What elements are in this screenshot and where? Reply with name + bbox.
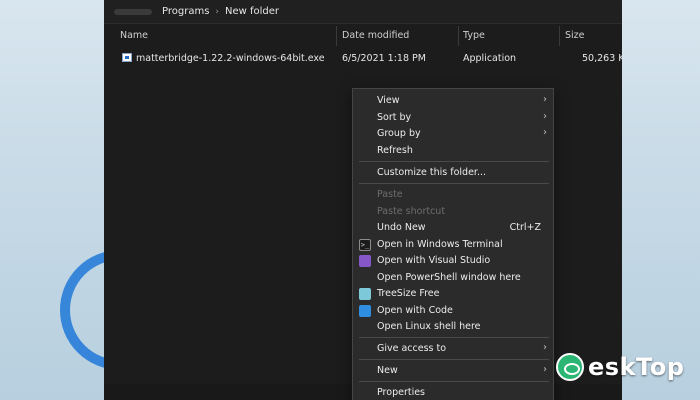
menu-item-label: New — [377, 365, 398, 376]
chevron-right-icon: › — [543, 364, 547, 375]
menu-item-paste-shortcut[interactable]: Paste shortcut — [353, 204, 553, 220]
menu-separator — [359, 337, 549, 338]
menu-item-label: View — [377, 95, 400, 106]
logo-mark-icon — [556, 353, 584, 381]
menu-item-group-by[interactable]: Group by › — [353, 126, 553, 142]
breadcrumb-chevron-icon: › — [215, 6, 220, 17]
column-header-row: Name Date modified Type Size — [104, 26, 622, 46]
menu-item-label: Open in Windows Terminal — [377, 239, 503, 250]
menu-separator — [359, 381, 549, 382]
column-header-size[interactable]: Size — [565, 30, 585, 41]
menu-item-label: Paste shortcut — [377, 206, 446, 217]
menu-item-open-visual-studio[interactable]: Open with Visual Studio — [353, 253, 553, 269]
terminal-icon: >_ — [359, 239, 371, 251]
menu-item-open-with-code[interactable]: Open with Code — [353, 303, 553, 319]
column-header-type[interactable]: Type — [463, 30, 485, 41]
menu-separator — [359, 359, 549, 360]
menu-item-sort-by[interactable]: Sort by › — [353, 110, 553, 126]
column-divider[interactable] — [336, 26, 337, 46]
menu-item-refresh[interactable]: Refresh — [353, 143, 553, 159]
breadcrumb-new-folder[interactable]: New folder — [225, 6, 279, 17]
back-forward-icons[interactable] — [114, 8, 152, 15]
menu-item-label: Give access to — [377, 343, 447, 354]
chevron-right-icon: › — [543, 127, 547, 138]
menu-item-customize-folder[interactable]: Customize this folder... — [353, 165, 553, 181]
menu-item-label: TreeSize Free — [377, 288, 440, 299]
column-header-name[interactable]: Name — [120, 30, 148, 41]
logo-text: eskTop — [588, 353, 685, 381]
file-type: Application — [463, 53, 517, 64]
menu-item-label: Paste — [377, 189, 403, 200]
menu-item-open-terminal[interactable]: >_ Open in Windows Terminal — [353, 237, 553, 253]
file-date: 6/5/2021 1:18 PM — [342, 53, 426, 64]
menu-item-label: Open Linux shell here — [377, 321, 481, 332]
chevron-right-icon: › — [543, 94, 547, 105]
visual-studio-icon — [359, 255, 371, 267]
menu-separator — [359, 161, 549, 162]
menu-item-label: Properties — [377, 387, 426, 398]
menu-item-new[interactable]: New › — [353, 363, 553, 379]
menu-item-properties[interactable]: Properties — [353, 385, 553, 400]
watermark-logo: eskTop — [556, 352, 684, 382]
file-row[interactable]: matterbridge-1.22.2-windows-64bit.exe 6/… — [104, 50, 622, 68]
menu-item-label: Customize this folder... — [377, 167, 487, 178]
menu-item-label: Group by — [377, 128, 421, 139]
menu-item-undo-new[interactable]: Undo New Ctrl+Z — [353, 220, 553, 236]
address-bar[interactable]: Programs › New folder — [104, 0, 622, 24]
menu-item-view[interactable]: View › — [353, 93, 553, 109]
context-menu: View › Sort by › Group by › Refresh Cust… — [352, 88, 554, 400]
menu-item-treesize[interactable]: TreeSize Free — [353, 286, 553, 302]
column-divider[interactable] — [458, 26, 459, 46]
menu-item-label: Refresh — [377, 145, 413, 156]
application-file-icon — [122, 53, 132, 62]
menu-item-open-powershell[interactable]: Open PowerShell window here — [353, 270, 553, 286]
column-divider[interactable] — [559, 26, 560, 46]
breadcrumb-programs[interactable]: Programs — [162, 6, 209, 17]
menu-item-label: Open PowerShell window here — [377, 272, 521, 283]
chevron-right-icon: › — [543, 111, 547, 122]
treesize-icon — [359, 288, 371, 300]
menu-item-open-linux-shell[interactable]: Open Linux shell here — [353, 319, 553, 335]
menu-item-label: Sort by — [377, 112, 412, 123]
file-name: matterbridge-1.22.2-windows-64bit.exe — [136, 53, 325, 64]
vscode-icon — [359, 305, 371, 317]
menu-item-give-access[interactable]: Give access to › — [353, 341, 553, 357]
keyboard-shortcut: Ctrl+Z — [509, 222, 541, 233]
chevron-right-icon: › — [543, 342, 547, 353]
menu-separator — [359, 183, 549, 184]
menu-item-label: Open with Code — [377, 305, 453, 316]
column-header-date[interactable]: Date modified — [342, 30, 409, 41]
menu-item-label: Open with Visual Studio — [377, 255, 491, 266]
menu-item-paste[interactable]: Paste — [353, 187, 553, 203]
file-size: 50,263 KB — [582, 53, 622, 64]
menu-item-label: Undo New — [377, 222, 426, 233]
